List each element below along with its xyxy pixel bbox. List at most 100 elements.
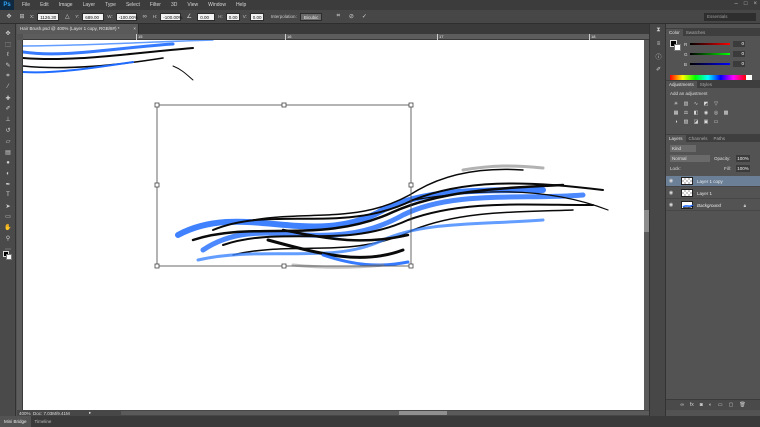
invert-icon[interactable]: ◑	[672, 118, 680, 125]
commit-transform-icon[interactable]: ✓	[359, 12, 369, 22]
curves-icon[interactable]: ∿	[692, 100, 700, 107]
tab-layers[interactable]: Layers	[666, 135, 686, 142]
minimize-icon[interactable]: –	[735, 1, 738, 7]
dodge-tool-icon[interactable]: ◐	[0, 168, 16, 179]
document-tab[interactable]: Hair Brush.psd @ 400% (Layer 1 copy, RGB…	[17, 24, 139, 34]
document-size[interactable]: Doc: 7.03M/9.41M	[33, 411, 89, 416]
menu-filter[interactable]: Filter	[145, 2, 166, 8]
layer-name[interactable]: Layer 1 copy	[697, 179, 723, 184]
eyedropper-tool-icon[interactable]: ⁄	[0, 82, 16, 93]
angle-input[interactable]: 0.00	[197, 12, 216, 21]
hue-saturation-icon[interactable]: ▦	[672, 109, 680, 116]
healing-tool-icon[interactable]: ✚	[0, 93, 16, 104]
crop-tool-icon[interactable]: ⌗	[0, 71, 16, 82]
menu-image[interactable]: Image	[54, 2, 78, 8]
blue-value[interactable]: 0	[733, 61, 745, 67]
green-value[interactable]: 0	[733, 51, 745, 57]
layer-row[interactable]: ◉ Layer 1	[666, 188, 760, 199]
menu-select[interactable]: Select	[121, 2, 145, 8]
move-tool-preset-icon[interactable]: ✥	[4, 12, 14, 22]
add-mask-icon[interactable]: ◙	[700, 402, 703, 408]
menu-3d[interactable]: 3D	[166, 2, 182, 8]
pen-tool-icon[interactable]: ✒	[0, 179, 16, 190]
shape-tool-icon[interactable]: ▭	[0, 212, 16, 223]
path-select-tool-icon[interactable]: ➤	[0, 201, 16, 212]
adjustment-layer-icon[interactable]: ◐	[709, 402, 712, 408]
move-tool-icon[interactable]: ✥	[0, 28, 16, 39]
opacity-input[interactable]: 100%	[736, 155, 750, 162]
menu-view[interactable]: View	[182, 2, 203, 8]
tab-swatches[interactable]: Swatches	[683, 29, 709, 36]
layer-row[interactable]: ◉ Background 🔒︎	[666, 200, 760, 211]
background-color-swatch[interactable]	[6, 254, 12, 260]
workspace-select[interactable]: Essentials	[704, 13, 756, 21]
menu-window[interactable]: Window	[203, 2, 231, 8]
horizontal-scroll-thumb[interactable]	[399, 411, 447, 415]
height-input[interactable]: -100.00%	[160, 12, 182, 21]
lasso-tool-icon[interactable]: ℓ	[0, 50, 16, 61]
green-slider[interactable]	[690, 53, 730, 55]
menu-edit[interactable]: Edit	[35, 2, 54, 8]
tab-paths[interactable]: Paths	[711, 135, 729, 142]
link-layers-icon[interactable]: ∞	[680, 402, 684, 408]
x-input[interactable]: 1126.30 px	[37, 12, 60, 28]
selective-color-icon[interactable]: ▣	[702, 118, 710, 125]
photo-filter-icon[interactable]: ◉	[702, 109, 710, 116]
document-canvas[interactable]	[23, 40, 644, 410]
eye-icon[interactable]: ◉	[666, 178, 676, 184]
quick-select-tool-icon[interactable]: ✎	[0, 60, 16, 71]
tab-styles[interactable]: Styles	[697, 81, 715, 88]
levels-icon[interactable]: ▥	[682, 100, 690, 107]
color-balance-icon[interactable]: ⚖	[682, 109, 690, 116]
blur-tool-icon[interactable]: ●	[0, 158, 16, 169]
gradient-tool-icon[interactable]: ▤	[0, 147, 16, 158]
clone-stamp-tool-icon[interactable]: ⊥	[0, 114, 16, 125]
color-bg-swatch[interactable]	[674, 44, 681, 51]
red-slider[interactable]	[690, 43, 730, 45]
vibrance-icon[interactable]: ▽	[712, 100, 720, 107]
relative-position-icon[interactable]: △	[62, 12, 72, 22]
horizontal-scrollbar[interactable]	[121, 411, 651, 415]
tab-mini-bridge[interactable]: Mini Bridge	[0, 416, 31, 427]
eye-icon[interactable]: ◉	[666, 202, 676, 208]
red-value[interactable]: 0	[733, 41, 745, 47]
menu-type[interactable]: Type	[100, 2, 121, 8]
y-input[interactable]: 689.00 px	[82, 12, 105, 28]
vskew-input[interactable]: 0.00	[249, 12, 264, 21]
posterize-icon[interactable]: ▨	[682, 118, 690, 125]
zoom-level[interactable]: 400%	[17, 411, 33, 416]
black-white-icon[interactable]: ◧	[692, 109, 700, 116]
brush-panel-icon[interactable]: ✐	[650, 63, 667, 76]
delete-layer-icon[interactable]: 🗑︎	[739, 402, 745, 408]
width-input[interactable]: -100.00%	[115, 12, 138, 21]
layer-name[interactable]: Background	[697, 203, 721, 208]
fill-input[interactable]: 100%	[736, 165, 750, 172]
layer-filter-kind[interactable]: Kind	[670, 145, 696, 152]
blend-mode-select[interactable]: Normal	[670, 155, 710, 162]
new-group-icon[interactable]: ▭	[718, 402, 723, 408]
exposure-icon[interactable]: ◩	[702, 100, 710, 107]
info-icon[interactable]: ⓘ	[650, 50, 667, 63]
close-icon[interactable]: ×	[753, 1, 757, 7]
menu-layer[interactable]: Layer	[78, 2, 101, 8]
type-tool-icon[interactable]: T	[0, 190, 16, 201]
cancel-transform-icon[interactable]: ⊘	[346, 12, 356, 22]
hand-tool-icon[interactable]: ✋	[0, 222, 16, 233]
layer-name[interactable]: Layer 1	[697, 191, 712, 196]
history-brush-tool-icon[interactable]: ↺	[0, 125, 16, 136]
tab-channels[interactable]: Channels	[686, 135, 711, 142]
layer-row[interactable]: ◉ Layer 1 copy	[666, 176, 760, 187]
eraser-tool-icon[interactable]: ▱	[0, 136, 16, 147]
brush-tool-icon[interactable]: ✐	[0, 104, 16, 115]
properties-icon[interactable]: ≡	[650, 37, 667, 50]
threshold-icon[interactable]: ◪	[692, 118, 700, 125]
menu-file[interactable]: File	[17, 2, 35, 8]
zoom-tool-icon[interactable]: ⚲	[0, 233, 16, 244]
gradient-map-icon[interactable]: ▭	[712, 118, 720, 125]
reference-point-icon[interactable]: ⊞	[17, 12, 27, 22]
brightness-icon[interactable]: ☀	[672, 100, 680, 107]
history-icon[interactable]: ⧗	[650, 24, 667, 37]
eye-icon[interactable]: ◉	[666, 190, 676, 196]
tab-adjustments[interactable]: Adjustments	[666, 81, 697, 88]
hskew-input[interactable]: 0.00	[225, 12, 240, 21]
